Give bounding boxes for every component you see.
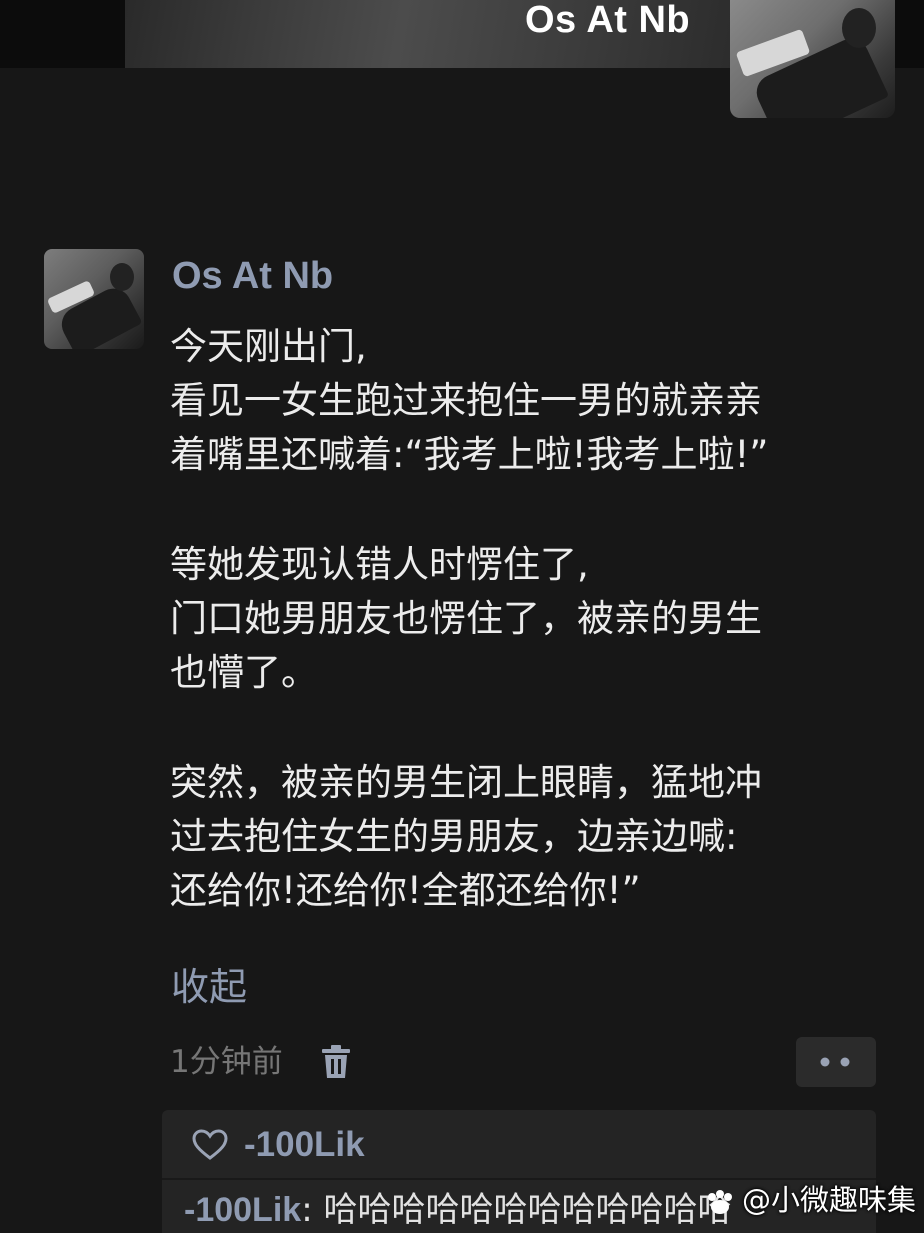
watermark-text: @小微趣味集 (742, 1183, 917, 1217)
comment-separator: : (301, 1190, 324, 1230)
post-line: 门口她男朋友也愣住了，被亲的男生 (170, 597, 762, 640)
post-line: 看见一女生跑过来抱住一男的就亲亲 (170, 379, 762, 422)
heart-outline-icon (192, 1129, 228, 1160)
avatar-figure-head (842, 8, 876, 48)
more-options-button[interactable] (796, 1037, 876, 1087)
more-dots-icon (820, 1057, 850, 1067)
comment-author[interactable]: -100Lik (184, 1191, 301, 1229)
paw-logo-icon (708, 1190, 732, 1214)
post-line: 等她发现认错人时愣住了, (170, 543, 589, 586)
profile-avatar[interactable] (730, 0, 895, 118)
post-author-name[interactable]: Os At Nb (172, 252, 333, 300)
comment-text: 哈哈哈哈哈哈哈哈哈哈哈哈 (323, 1190, 732, 1230)
post-timestamp: 1分钟前 (170, 1044, 283, 1080)
watermark: @小微趣味集 (700, 1178, 916, 1222)
post-line: 也懵了。 (170, 651, 318, 694)
post-line: 突然，被亲的男生闭上眼睛，猛地冲 (170, 761, 762, 804)
collapse-link[interactable]: 收起 (171, 960, 247, 1014)
post-line: 着嘴里还喊着:“我考上啦!我考上啦!” (170, 433, 769, 476)
trash-icon[interactable] (320, 1044, 352, 1080)
profile-display-name: Os At Nb (525, 0, 691, 41)
post-line: 过去抱住女生的男朋友，边亲边喊: (170, 815, 738, 858)
post-line: 还给你!还给你!全都还给你!” (170, 869, 641, 912)
post-body: 今天刚出门, 看见一女生跑过来抱住一男的就亲亲 着嘴里还喊着:“我考上啦!我考上… (170, 320, 890, 918)
post-line: 今天刚出门, (170, 325, 367, 368)
liked-by-user[interactable]: -100Lik (244, 1120, 365, 1170)
post-author-avatar[interactable] (44, 249, 144, 349)
avatar-figure-head (110, 263, 134, 291)
comment-item[interactable]: -100Lik: 哈哈哈哈哈哈哈哈哈哈哈哈 (184, 1186, 731, 1233)
